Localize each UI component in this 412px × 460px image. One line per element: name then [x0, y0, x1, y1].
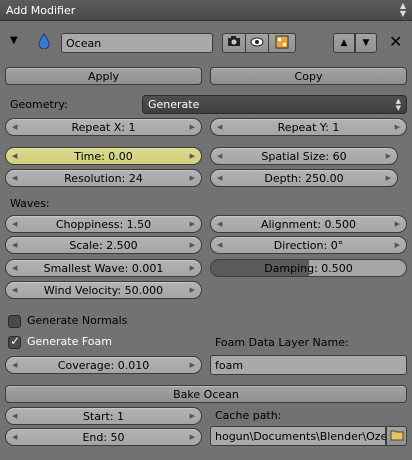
- increment-icon[interactable]: ▶: [395, 119, 400, 135]
- increment-icon[interactable]: ▶: [386, 148, 391, 164]
- decrement-icon[interactable]: ◀: [217, 216, 222, 232]
- increment-icon[interactable]: ▶: [190, 216, 195, 232]
- increment-icon[interactable]: ▶: [190, 260, 195, 276]
- folder-icon: [390, 429, 404, 444]
- decrement-icon[interactable]: ◀: [217, 148, 222, 164]
- bake-ocean-button[interactable]: Bake Ocean: [5, 385, 407, 403]
- ocean-modifier-icon: [38, 33, 50, 52]
- chevron-up-icon: ▲: [340, 38, 348, 48]
- apply-button[interactable]: Apply: [5, 67, 202, 85]
- modifier-name-field[interactable]: Ocean: [61, 33, 213, 53]
- decrement-icon[interactable]: ◀: [217, 119, 222, 135]
- decrement-icon[interactable]: ◀: [12, 260, 17, 276]
- increment-icon[interactable]: ▶: [190, 408, 195, 424]
- foam-layer-name-label: Foam Data Layer Name:: [215, 336, 349, 349]
- alignment-field[interactable]: ◀ Alignment: 0.500 ▶: [210, 215, 407, 233]
- collapse-toggle-icon[interactable]: ▼: [10, 35, 18, 46]
- increment-icon[interactable]: ▶: [395, 237, 400, 253]
- cache-path-label: Cache path:: [215, 409, 282, 422]
- generate-normals-checkbox[interactable]: Generate Normals: [8, 314, 158, 330]
- decrement-icon[interactable]: ◀: [12, 148, 17, 164]
- spatial-size-field[interactable]: ◀ Spatial Size: 60 ▶: [210, 147, 398, 165]
- dropdown-arrows-icon: ▲ ▼: [399, 1, 406, 18]
- increment-icon[interactable]: ▶: [190, 148, 195, 164]
- checkmark-icon: ✓: [10, 334, 21, 348]
- increment-icon[interactable]: ▶: [386, 170, 391, 186]
- viewport-toggle-button[interactable]: [245, 33, 269, 53]
- move-up-button[interactable]: ▲: [333, 33, 355, 53]
- editmode-toggle-button[interactable]: [268, 33, 296, 53]
- decrement-icon[interactable]: ◀: [12, 408, 17, 424]
- decrement-icon[interactable]: ◀: [12, 282, 17, 298]
- modifier-header: ▼ Ocean ▲ ▼ ✕: [0, 27, 412, 59]
- increment-icon[interactable]: ▶: [190, 429, 195, 445]
- render-toggle-button[interactable]: [222, 33, 246, 53]
- choppiness-field[interactable]: ◀ Choppiness: 1.50 ▶: [5, 215, 202, 233]
- close-icon[interactable]: ✕: [389, 32, 402, 51]
- geometry-dropdown[interactable]: Generate ▲ ▼: [142, 95, 407, 114]
- decrement-icon[interactable]: ◀: [12, 216, 17, 232]
- add-modifier-label: Add Modifier: [6, 3, 76, 17]
- end-field[interactable]: ◀ End: 50 ▶: [5, 428, 202, 446]
- checkbox-box[interactable]: ✓: [8, 334, 21, 349]
- increment-icon[interactable]: ▶: [190, 357, 195, 373]
- chevron-down-icon: ▼: [362, 38, 370, 48]
- increment-icon[interactable]: ▶: [190, 119, 195, 135]
- decrement-icon[interactable]: ◀: [12, 119, 17, 135]
- camera-icon: [227, 36, 241, 50]
- add-modifier-dropdown[interactable]: Add Modifier ▲ ▼: [0, 0, 412, 21]
- increment-icon[interactable]: ▶: [395, 216, 400, 232]
- dropdown-arrows-icon: ▲ ▼: [395, 97, 401, 112]
- browse-folder-button[interactable]: [386, 426, 407, 446]
- time-field[interactable]: ◀ Time: 0.00 ▶: [5, 147, 202, 165]
- increment-icon[interactable]: ▶: [190, 237, 195, 253]
- eye-icon: [250, 37, 264, 50]
- geometry-label: Geometry:: [10, 98, 68, 111]
- wind-velocity-field[interactable]: ◀ Wind Velocity: 50.000 ▶: [5, 281, 202, 299]
- repeat-y-field[interactable]: ◀ Repeat Y: 1 ▶: [210, 118, 407, 136]
- decrement-icon[interactable]: ◀: [12, 237, 17, 253]
- decrement-icon[interactable]: ◀: [12, 357, 17, 373]
- repeat-x-field[interactable]: ◀ Repeat X: 1 ▶: [5, 118, 202, 136]
- move-down-button[interactable]: ▼: [355, 33, 377, 53]
- smallest-wave-field[interactable]: ◀ Smallest Wave: 0.001 ▶: [5, 259, 202, 277]
- editmode-icon: [275, 35, 289, 52]
- copy-button[interactable]: Copy: [210, 67, 407, 85]
- waves-label: Waves:: [10, 197, 50, 210]
- foam-layer-name-input[interactable]: foam: [210, 355, 407, 375]
- scale-field[interactable]: ◀ Scale: 2.500 ▶: [5, 236, 202, 254]
- start-field[interactable]: ◀ Start: 1 ▶: [5, 407, 202, 425]
- checkbox-box[interactable]: [8, 315, 21, 328]
- cache-path-input[interactable]: hogun\Documents\Blender\Ozean\: [210, 426, 386, 446]
- resolution-field[interactable]: ◀ Resolution: 24 ▶: [5, 169, 202, 187]
- modifier-panel: Add Modifier ▲ ▼ ▼ Ocean ▲ ▼ ✕ Apply Cop…: [0, 0, 412, 460]
- direction-field[interactable]: ◀ Direction: 0° ▶: [210, 236, 407, 254]
- decrement-icon[interactable]: ◀: [12, 429, 17, 445]
- decrement-icon[interactable]: ◀: [217, 237, 222, 253]
- increment-icon[interactable]: ▶: [190, 282, 195, 298]
- generate-foam-checkbox[interactable]: ✓ Generate Foam: [8, 334, 158, 351]
- decrement-icon[interactable]: ◀: [217, 170, 222, 186]
- increment-icon[interactable]: ▶: [190, 170, 195, 186]
- damping-slider[interactable]: Damping: 0.500: [210, 259, 407, 277]
- depth-field[interactable]: ◀ Depth: 250.00 ▶: [210, 169, 398, 187]
- coverage-field[interactable]: ◀ Coverage: 0.010 ▶: [5, 356, 202, 374]
- decrement-icon[interactable]: ◀: [12, 170, 17, 186]
